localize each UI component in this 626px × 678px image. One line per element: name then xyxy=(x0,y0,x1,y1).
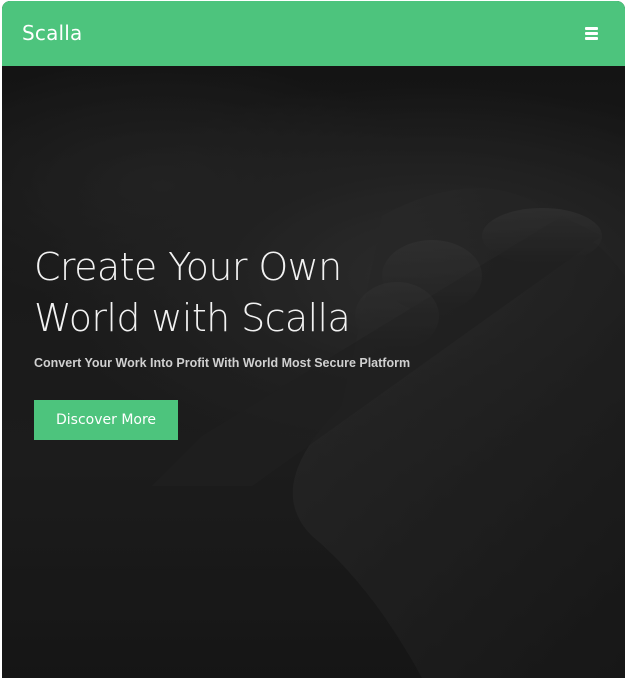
hero-title: Create Your Own World with Scalla xyxy=(34,245,351,340)
menu-line xyxy=(585,32,598,35)
menu-line xyxy=(585,37,598,40)
brand-logo[interactable]: Scalla xyxy=(22,21,83,45)
hero-content: Create Your Own World with Scalla Conver… xyxy=(34,242,594,440)
discover-more-button[interactable]: Discover More xyxy=(34,400,179,440)
top-navbar: Scalla xyxy=(2,1,625,66)
hero-subtitle: Convert Your Work Into Profit With World… xyxy=(34,356,411,370)
hamburger-menu-icon[interactable] xyxy=(581,23,603,45)
app-frame: Scalla Create Your Own World with Scalla… xyxy=(2,1,625,678)
hero-section: Create Your Own World with Scalla Conver… xyxy=(2,66,625,678)
menu-line xyxy=(585,27,598,30)
